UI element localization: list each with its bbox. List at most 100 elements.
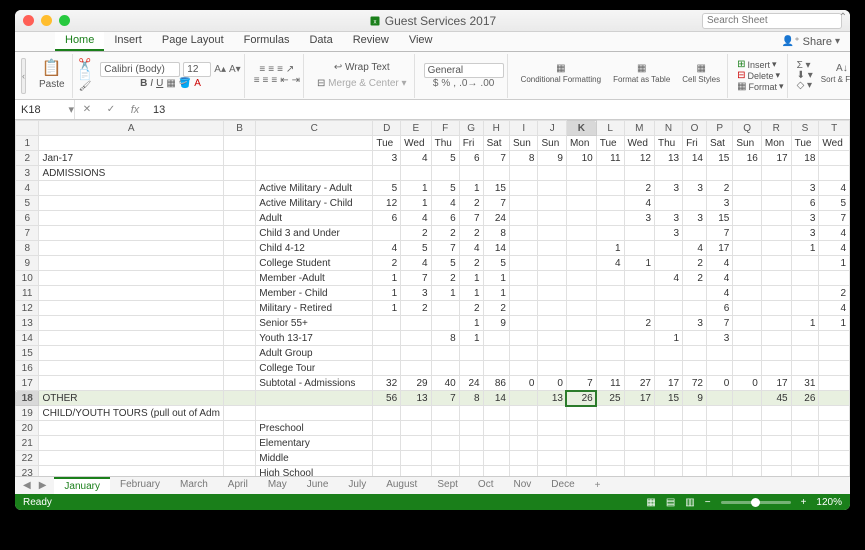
cell[interactable] bbox=[624, 241, 654, 256]
cell[interactable] bbox=[683, 286, 707, 301]
align-center-icon[interactable]: ≡ bbox=[263, 76, 269, 86]
cell[interactable] bbox=[819, 166, 850, 181]
cell[interactable] bbox=[596, 181, 624, 196]
cell[interactable] bbox=[655, 406, 683, 421]
cell[interactable] bbox=[683, 451, 707, 466]
cell[interactable]: 3 bbox=[683, 211, 707, 226]
cell[interactable]: 2 bbox=[706, 181, 732, 196]
cell[interactable]: ADMISSIONS bbox=[39, 166, 223, 181]
cell[interactable] bbox=[819, 361, 850, 376]
cell[interactable] bbox=[509, 196, 538, 211]
cell[interactable] bbox=[596, 211, 624, 226]
cell[interactable] bbox=[509, 361, 538, 376]
cell[interactable] bbox=[483, 451, 509, 466]
cell[interactable] bbox=[223, 451, 255, 466]
cell[interactable] bbox=[566, 256, 596, 271]
cell[interactable]: 4 bbox=[596, 256, 624, 271]
cell[interactable] bbox=[39, 346, 223, 361]
row-header[interactable]: 4 bbox=[16, 181, 39, 196]
cell[interactable] bbox=[566, 301, 596, 316]
sheet-tab-february[interactable]: February bbox=[110, 477, 170, 494]
cell[interactable]: 8 bbox=[509, 151, 538, 166]
cell[interactable]: 5 bbox=[431, 181, 459, 196]
cell[interactable]: Thu bbox=[655, 136, 683, 151]
cell[interactable] bbox=[459, 361, 483, 376]
cell[interactable] bbox=[819, 421, 850, 436]
column-header-A[interactable]: A bbox=[39, 121, 223, 136]
cell[interactable]: 4 bbox=[401, 211, 431, 226]
cell[interactable]: 11 bbox=[596, 151, 624, 166]
cell[interactable] bbox=[39, 301, 223, 316]
cell[interactable] bbox=[566, 211, 596, 226]
cell[interactable]: 2 bbox=[483, 301, 509, 316]
cell[interactable] bbox=[566, 316, 596, 331]
cell[interactable] bbox=[624, 466, 654, 477]
cell[interactable]: Jan-17 bbox=[39, 151, 223, 166]
cell[interactable]: 0 bbox=[509, 376, 538, 391]
cell[interactable]: Child 3 and Under bbox=[256, 226, 373, 241]
cell[interactable] bbox=[819, 271, 850, 286]
column-header-B[interactable]: B bbox=[223, 121, 255, 136]
cell[interactable] bbox=[706, 421, 732, 436]
row-header[interactable]: 5 bbox=[16, 196, 39, 211]
undo-redo-group[interactable]: ‹ bbox=[21, 58, 26, 94]
cell[interactable] bbox=[761, 436, 791, 451]
cell[interactable] bbox=[538, 436, 567, 451]
cell[interactable] bbox=[401, 346, 431, 361]
cell[interactable] bbox=[819, 346, 850, 361]
cell[interactable]: 1 bbox=[655, 331, 683, 346]
cell[interactable]: 4 bbox=[401, 256, 431, 271]
cell[interactable]: 4 bbox=[819, 301, 850, 316]
cell[interactable] bbox=[791, 346, 819, 361]
sheet-tab-may[interactable]: May bbox=[258, 477, 297, 494]
cell[interactable]: Youth 13-17 bbox=[256, 331, 373, 346]
cell[interactable] bbox=[596, 466, 624, 477]
cell[interactable] bbox=[733, 391, 762, 406]
cell[interactable]: Thu bbox=[431, 136, 459, 151]
cell[interactable] bbox=[655, 421, 683, 436]
row-header[interactable]: 1 bbox=[16, 136, 39, 151]
column-header-S[interactable]: S bbox=[791, 121, 819, 136]
cell[interactable]: Wed bbox=[401, 136, 431, 151]
cell[interactable] bbox=[761, 241, 791, 256]
cell[interactable] bbox=[706, 346, 732, 361]
cell[interactable] bbox=[223, 436, 255, 451]
cell[interactable] bbox=[566, 451, 596, 466]
cell[interactable]: Fri bbox=[683, 136, 707, 151]
cell[interactable] bbox=[566, 346, 596, 361]
cell[interactable]: 1 bbox=[459, 316, 483, 331]
cell[interactable] bbox=[791, 286, 819, 301]
cell[interactable] bbox=[538, 331, 567, 346]
column-header-D[interactable]: D bbox=[373, 121, 401, 136]
cell[interactable] bbox=[706, 391, 732, 406]
row-header[interactable]: 13 bbox=[16, 316, 39, 331]
cell[interactable]: 3 bbox=[791, 211, 819, 226]
cell[interactable] bbox=[733, 346, 762, 361]
cell[interactable]: 4 bbox=[706, 256, 732, 271]
cell[interactable]: Active Military - Adult bbox=[256, 181, 373, 196]
row-header[interactable]: 8 bbox=[16, 241, 39, 256]
collapse-ribbon-button[interactable]: ⌃ bbox=[836, 10, 850, 24]
cell[interactable]: 4 bbox=[819, 226, 850, 241]
cell[interactable] bbox=[509, 241, 538, 256]
cell[interactable] bbox=[819, 376, 850, 391]
cell[interactable] bbox=[39, 271, 223, 286]
cell[interactable] bbox=[596, 406, 624, 421]
cell[interactable] bbox=[624, 451, 654, 466]
cell[interactable]: 3 bbox=[791, 181, 819, 196]
cell[interactable]: 5 bbox=[373, 181, 401, 196]
cell[interactable]: Sun bbox=[733, 136, 762, 151]
cell[interactable]: 4 bbox=[706, 286, 732, 301]
row-header[interactable]: 21 bbox=[16, 436, 39, 451]
font-size-selector[interactable]: 12 bbox=[183, 62, 211, 77]
cell[interactable] bbox=[733, 166, 762, 181]
conditional-formatting-button[interactable]: Conditional Formatting bbox=[517, 74, 605, 87]
cell[interactable] bbox=[538, 196, 567, 211]
cell[interactable]: 11 bbox=[596, 376, 624, 391]
cell[interactable] bbox=[683, 421, 707, 436]
conditional-formatting-icon[interactable]: ▦ bbox=[517, 64, 605, 74]
column-header-K[interactable]: K bbox=[566, 121, 596, 136]
cell[interactable] bbox=[509, 421, 538, 436]
cell[interactable] bbox=[39, 451, 223, 466]
cell[interactable]: 17 bbox=[706, 241, 732, 256]
